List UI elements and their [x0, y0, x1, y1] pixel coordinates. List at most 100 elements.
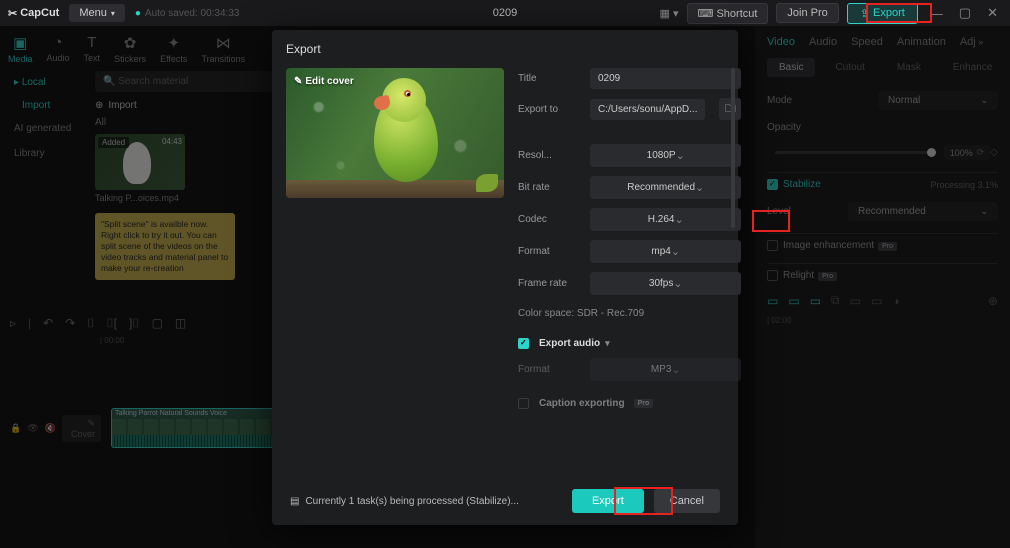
export-dialog: Export ✎ Edit cover Title 0209 Export to — [272, 30, 738, 525]
timeline-marker2: | 02:00 — [767, 316, 998, 325]
mini-icon[interactable]: ⊕ — [988, 294, 998, 308]
import-button[interactable]: ⊕ Import — [95, 100, 275, 111]
tool-icon[interactable]: ◫ — [175, 316, 186, 330]
export-audio-section[interactable]: Export audio ▾ — [518, 338, 741, 349]
caption-section[interactable]: Caption exporting Pro — [518, 398, 741, 409]
app-logo: ✂ CapCut — [8, 7, 59, 20]
tool-media[interactable]: ▣Media — [8, 34, 33, 64]
sidebar-item-local[interactable]: ▸ Local — [8, 71, 87, 94]
join-pro-button[interactable]: Join Pro — [776, 3, 838, 23]
codec-label: Codec — [518, 214, 580, 225]
shortcut-button[interactable]: ⌨ Shortcut — [687, 3, 769, 24]
bitrate-label: Bit rate — [518, 182, 580, 193]
bitrate-select[interactable]: Recommended — [590, 176, 741, 199]
inspector-tabs: Video Audio Speed Animation Adj » — [767, 36, 998, 48]
export-cancel-button[interactable]: Cancel — [654, 489, 720, 513]
split-icon[interactable]: ⌷ — [87, 316, 94, 331]
opacity-slider[interactable] — [775, 151, 936, 154]
tab-speed[interactable]: Speed — [851, 36, 883, 48]
mode-select[interactable]: Normal — [878, 91, 998, 110]
highlight-level — [752, 210, 790, 232]
opacity-label: Opacity — [767, 122, 801, 133]
inspector-subtabs: Basic Cutout Mask Enhance — [767, 58, 998, 77]
mini-icon[interactable]: ▭ — [810, 294, 821, 308]
sidebar-sub-import[interactable]: Import — [8, 96, 87, 115]
mini-icon[interactable]: ▭ — [788, 294, 799, 308]
edit-cover-button[interactable]: ✎ Edit cover — [294, 76, 354, 87]
tool-icon[interactable]: ]⌷ — [129, 316, 140, 331]
search-input[interactable]: 🔍 Search material — [95, 71, 275, 92]
subtab-cutout[interactable]: Cutout — [823, 58, 876, 77]
inspector-panel: Video Audio Speed Animation Adj » Basic … — [755, 26, 1010, 548]
effects-icon: ✦ — [167, 34, 180, 52]
media-panel: 🔍 Search material ⊕ Import All Added 04:… — [95, 71, 275, 280]
sidebar: ▸ Local Import AI generated Library — [0, 71, 95, 165]
scrollbar[interactable] — [731, 68, 735, 228]
tool-stickers[interactable]: ✿Stickers — [114, 34, 146, 64]
mini-icon[interactable]: ▭ — [850, 294, 861, 308]
timeline-clip[interactable]: Talking Parrot Natural Sounds Voice — [111, 408, 299, 448]
mini-icon[interactable]: ◑ — [892, 294, 899, 308]
thumb-added-tag: Added — [98, 137, 129, 148]
tab-animation[interactable]: Animation — [897, 36, 946, 48]
subtab-mask[interactable]: Mask — [885, 58, 933, 77]
export-button-top[interactable]: ⇪ Export — [847, 3, 918, 24]
close-icon[interactable]: ✕ — [983, 5, 1002, 21]
menu-button[interactable]: Menu ▾ — [69, 4, 125, 22]
export-dialog-title: Export — [272, 30, 738, 68]
eye-icon[interactable]: 👁 — [27, 423, 38, 434]
tool-audio[interactable]: ◔Audio — [47, 34, 70, 63]
exportto-input[interactable]: C:/Users/sonu/AppD... — [590, 99, 705, 120]
mini-icon[interactable]: ▭ — [871, 294, 882, 308]
relight-row[interactable]: RelightPro — [767, 270, 837, 281]
layout-icon[interactable]: ▦ ▾ — [660, 7, 679, 20]
project-title: 0209 — [493, 7, 517, 19]
media-thumbnail[interactable]: Added 04:43 — [95, 134, 185, 190]
tab-adjust[interactable]: Adj » — [960, 36, 983, 48]
export-audio-checkbox[interactable] — [518, 338, 529, 349]
level-select[interactable]: Recommended — [848, 202, 998, 221]
pointer-icon[interactable]: ▹ — [10, 316, 16, 330]
mini-icon[interactable]: ⧉ — [831, 293, 840, 308]
subtab-enhance[interactable]: Enhance — [941, 58, 1004, 77]
sidebar-item-ai[interactable]: AI generated — [8, 117, 87, 140]
audio-format-select: MP3 — [590, 358, 741, 381]
tool-tabs: ▣Media ◔Audio TText ✿Stickers ✦Effects ⋈… — [0, 26, 270, 71]
subtab-basic[interactable]: Basic — [767, 58, 815, 77]
tool-text[interactable]: TText — [84, 34, 101, 63]
mute-icon[interactable]: 🔇 — [45, 423, 56, 434]
delete-icon[interactable]: ▢ — [152, 316, 163, 330]
minimize-icon[interactable]: — — [926, 6, 947, 21]
tab-audio[interactable]: Audio — [809, 36, 837, 48]
title-bar: ✂ CapCut Menu ▾ ● Auto saved: 00:34:33 0… — [0, 0, 1010, 26]
autosave-status: ● Auto saved: 00:34:33 — [135, 8, 240, 19]
caption-checkbox[interactable] — [518, 398, 529, 409]
stabilize-row[interactable]: Stabilize — [767, 179, 821, 190]
fps-select[interactable]: 30fps — [590, 272, 741, 295]
codec-select[interactable]: H.264 — [590, 208, 741, 231]
colorspace-text: Color space: SDR - Rec.709 — [518, 308, 741, 319]
tool-effects[interactable]: ✦Effects — [160, 34, 187, 64]
audio-icon: ◔ — [54, 34, 63, 51]
tool-transitions[interactable]: ⋈Transitions — [201, 34, 245, 64]
lock-icon[interactable]: 🔒 — [10, 423, 21, 434]
cover-button[interactable]: ✎ Cover — [62, 415, 101, 442]
tab-video[interactable]: Video — [767, 36, 795, 48]
format-select[interactable]: mp4 — [590, 240, 741, 263]
stickers-icon: ✿ — [124, 34, 137, 52]
resolution-label: Resol... — [518, 150, 580, 161]
tool-icon[interactable]: ⌷[ — [106, 316, 117, 331]
title-input[interactable]: 0209 — [590, 68, 741, 89]
transitions-icon: ⋈ — [216, 34, 231, 52]
redo-icon[interactable]: ↷ — [65, 316, 75, 330]
resolution-select[interactable]: 1080P — [590, 144, 741, 167]
timeline-ruler: | 00:00 — [100, 336, 124, 345]
mini-icon[interactable]: ▭ — [767, 294, 778, 308]
cover-preview[interactable]: ✎ Edit cover — [286, 68, 504, 198]
opacity-value[interactable]: 100%⟳ — [944, 145, 991, 160]
export-confirm-button[interactable]: Export — [572, 489, 644, 513]
image-enhancement-row[interactable]: Image enhancementPro — [767, 240, 897, 251]
sidebar-item-library[interactable]: Library — [8, 142, 87, 165]
undo-icon[interactable]: ↶ — [43, 316, 53, 330]
maximize-icon[interactable]: ▢ — [955, 5, 975, 21]
